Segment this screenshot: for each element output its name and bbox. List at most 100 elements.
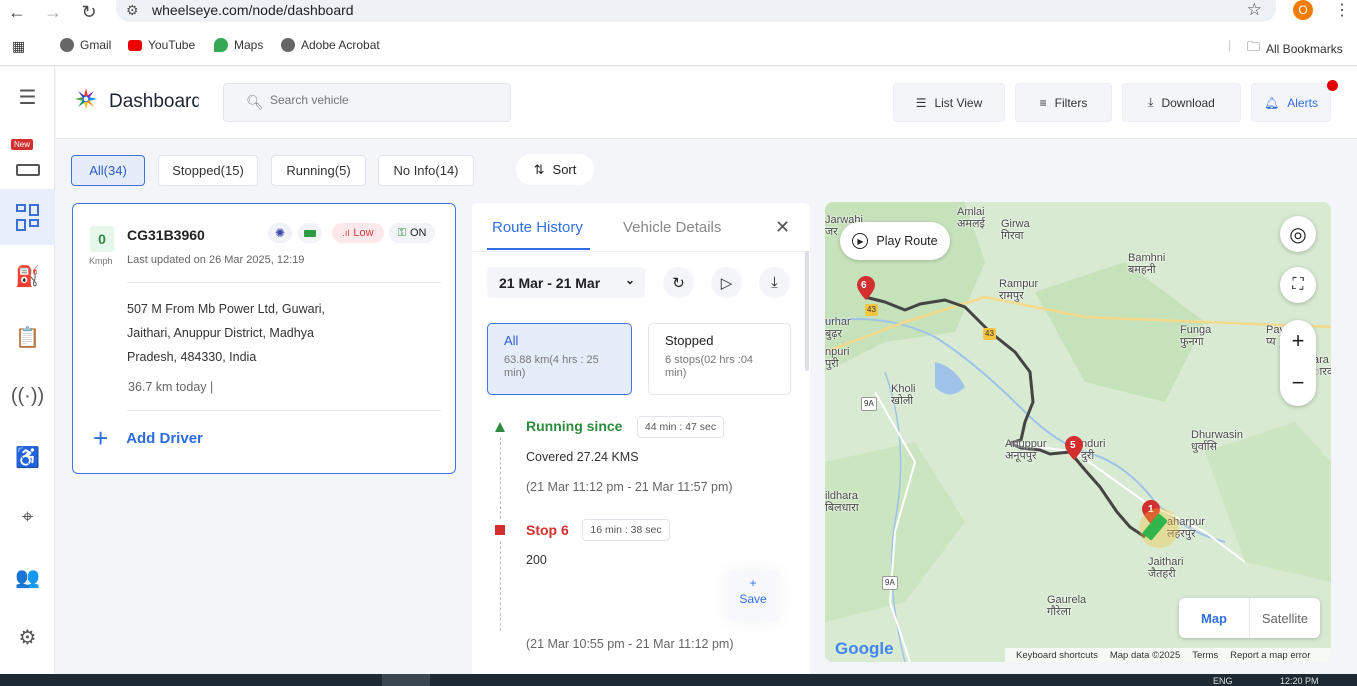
panel-scrollbar[interactable] [805,251,809,371]
tab-route-history[interactable]: Route History [492,219,583,236]
place-name: Dhurwasin [1191,429,1243,441]
reload-icon[interactable]: ↻ [76,1,102,25]
tab-stopped[interactable]: Stopped(15) [158,155,258,186]
globe-icon [60,38,74,52]
device-icon[interactable] [0,141,55,189]
place-local: धुर्वासि [1191,441,1218,453]
profile-avatar[interactable]: O [1293,0,1313,20]
refresh-button[interactable]: ↻ [663,267,694,298]
vehicle-card[interactable]: 0 Kmph CG31B3960 Last updated on 26 Mar … [72,203,456,474]
terms-link[interactable]: Terms [1192,650,1218,661]
dashboard-grid-icon[interactable] [0,189,55,245]
save-button[interactable]: + Save [728,571,778,621]
driver-seat-icon[interactable]: ♿ [0,433,55,481]
battery-icon [298,223,322,243]
locate-me-icon[interactable]: ◎ [1280,216,1316,252]
place-name: Amlai [957,206,985,218]
hamburger-menu-icon[interactable]: ☰ [0,73,55,121]
play-button[interactable]: ▷ [711,267,742,298]
place-local: जैतहरी [1148,568,1176,580]
google-logo-text: Google [835,639,894,658]
address-bar[interactable]: ⚙ wheelseye.com/node/dashboard ☆ [116,0,1276,22]
add-driver-button[interactable]: + Add Driver [93,423,203,453]
tab-no-info[interactable]: No Info(14) [378,155,474,186]
event-time: (21 Mar 11:12 pm - 21 Mar 11:57 pm) [526,480,733,494]
report-error-link[interactable]: Report a map error [1230,650,1310,661]
place-label: Funga फुनगा [1180,324,1211,348]
play-route-button[interactable]: ▶ Play Route [840,222,950,260]
taskbar-clock: 12:20 PM [1280,676,1319,686]
fuel-pump-icon[interactable]: ⛽ [0,252,55,300]
summary-stopped[interactable]: Stopped 6 stops(02 hrs :04 min) [648,323,791,395]
sort-button[interactable]: ⇅ Sort [516,154,594,185]
bookmark-star-icon[interactable]: ☆ [1247,0,1262,20]
signal-label: Low [353,227,374,239]
site-settings-icon[interactable]: ⚙ [126,2,139,19]
filters-button[interactable]: ≡ Filters [1015,83,1112,122]
play-route-label: Play Route [876,234,938,248]
tab-all[interactable]: All(34) [71,155,145,186]
zoom-controls: + − [1280,320,1316,406]
address-line: Pradesh, 484330, India [127,350,257,364]
place-name: Funga [1180,324,1212,336]
panel-divider [472,251,810,252]
alerts-label: Alerts [1287,95,1318,110]
ignition-label: ON [409,227,427,239]
sort-arrows-icon: ⇅ [533,161,545,177]
forward-icon[interactable]: → [40,1,66,25]
speed-value: 0 [90,226,114,252]
map-canvas[interactable] [825,202,1331,662]
location-pin-icon[interactable]: ⌖ [0,493,55,541]
summary-all[interactable]: All 63.88 km(4 hrs : 25 min) [487,323,632,395]
bookmark-gmail[interactable]: Gmail [60,38,111,52]
all-bookmarks-label: All Bookmarks [1266,42,1343,56]
bookmark-maps[interactable]: Maps [214,38,263,52]
event-duration-badge: 16 min : 38 sec [582,519,670,541]
download-route-button[interactable]: ⤓ [759,267,790,298]
filter-icon: ≡ [1039,95,1047,110]
apps-grid-icon[interactable]: ▦ [12,38,25,55]
os-taskbar: ENG 12:20 PM [0,674,1357,686]
alerts-button[interactable]: 🔔︎ Alerts [1251,83,1331,122]
play-icon: ▷ [720,274,733,292]
team-icon[interactable]: 👥 [0,553,55,601]
place-local: गिरवा [1001,230,1024,242]
date-range-select[interactable]: 21 Mar - 21 Mar ⌄ [487,267,645,298]
close-icon[interactable]: ✕ [775,217,790,238]
tab-vehicle-details[interactable]: Vehicle Details [623,219,721,236]
route-map[interactable]: Jarwahi जर Amlai अमलई Girwa गिरवा Bamhni बमह… [825,202,1331,662]
search-input[interactable] [270,93,490,107]
list-view-button[interactable]: ☰ List View [893,83,1005,122]
keyboard-shortcuts-link[interactable]: Keyboard shortcuts [1016,650,1098,661]
plus-icon: + [93,423,109,453]
clipboard-icon[interactable]: 📋 [0,313,55,361]
browser-menu-icon[interactable]: ⋮ [1334,0,1350,20]
back-icon[interactable]: ← [4,1,30,25]
stop-square-icon [495,525,505,535]
place-name: urhar [825,316,851,328]
left-rail: ☰ New ⛽ 📋 ((·)) ♿ ⌖ 👥 ⚙ [0,67,55,674]
event-text: 200 [526,553,547,567]
search-box[interactable]: 🔍︎ [223,83,511,122]
map-type-satellite[interactable]: Satellite [1250,598,1320,638]
signal-tower-icon[interactable]: ((·)) [0,372,55,420]
all-bookmarks[interactable]: 🗀 All Bookmarks [1247,38,1343,60]
taskbar-active-app[interactable] [382,674,430,686]
tab-running[interactable]: Running(5) [271,155,366,186]
event-text: Covered 27.24 KMS [526,450,639,464]
list-icon: ☰ [915,95,927,110]
bookmark-youtube[interactable]: YouTube [128,38,195,52]
fullscreen-icon[interactable]: ⛶ [1280,267,1316,303]
place-label: ildhara बिलधारा [825,490,859,514]
zoom-out-button[interactable]: − [1280,370,1316,396]
map-type-map[interactable]: Map [1179,598,1250,638]
road-badge: 9A [861,397,877,411]
bookmark-label: Maps [234,38,264,52]
place-label: urhar बुढ़र [825,316,851,340]
zoom-in-button[interactable]: + [1280,328,1316,354]
download-label: Download [1161,95,1215,110]
bookmark-adobe[interactable]: Adobe Acrobat [281,38,380,52]
place-label: Rampur रामपुर [999,278,1038,302]
settings-gear-icon[interactable]: ⚙ [0,613,55,661]
download-button[interactable]: ⤓ Download [1122,83,1241,122]
